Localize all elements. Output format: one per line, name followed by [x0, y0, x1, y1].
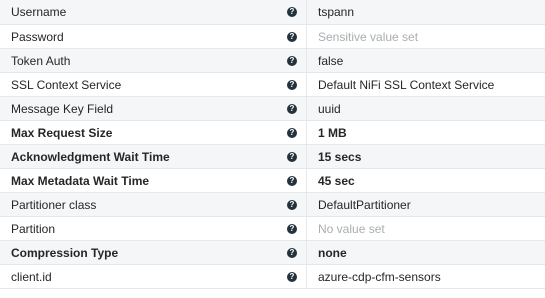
property-name: Partitioner class: [11, 197, 97, 212]
property-row-partitioner-class[interactable]: Partitioner class ? DefaultPartitioner: [0, 193, 545, 217]
question-circle-icon[interactable]: ?: [287, 7, 297, 17]
property-name: client.id: [11, 269, 52, 284]
property-name: Password: [11, 29, 64, 44]
property-name-cell: Max Request Size ?: [0, 121, 306, 144]
question-circle-icon[interactable]: ?: [287, 223, 297, 234]
question-circle-icon[interactable]: ?: [287, 151, 297, 162]
property-name-cell: SSL Context Service ?: [0, 73, 306, 96]
question-circle-icon[interactable]: ?: [287, 31, 297, 42]
question-circle-icon[interactable]: ?: [287, 55, 297, 66]
property-value[interactable]: tspann: [307, 0, 545, 24]
property-row-message-key-field[interactable]: Message Key Field ? uuid: [0, 97, 545, 121]
property-row-password[interactable]: Password ? Sensitive value set: [0, 25, 545, 49]
property-value[interactable]: uuid: [307, 97, 545, 120]
property-row-token-auth[interactable]: Token Auth ? false: [0, 49, 545, 73]
property-name: Message Key Field: [11, 101, 114, 116]
property-name: Token Auth: [11, 53, 71, 68]
property-row-max-metadata-wait-time[interactable]: Max Metadata Wait Time ? 45 sec: [0, 169, 545, 193]
property-row-max-request-size[interactable]: Max Request Size ? 1 MB: [0, 121, 545, 145]
property-name-cell: Password ?: [0, 25, 306, 48]
property-value[interactable]: Sensitive value set: [307, 25, 545, 48]
properties-table: Username ? tspann Password ? Sensitive v…: [0, 0, 545, 289]
property-name-cell: Partition ?: [0, 217, 306, 240]
property-value[interactable]: 45 sec: [307, 169, 545, 192]
property-row-compression-type[interactable]: Compression Type ? none: [0, 241, 545, 265]
property-name: Max Request Size: [11, 125, 113, 140]
property-value[interactable]: 15 secs: [307, 145, 545, 168]
property-value[interactable]: No value set: [307, 217, 545, 240]
question-circle-icon[interactable]: ?: [287, 199, 297, 210]
property-name: Username: [11, 5, 67, 19]
property-name-cell: client.id ?: [0, 265, 306, 288]
property-value[interactable]: none: [307, 241, 545, 264]
question-circle-icon[interactable]: ?: [287, 247, 297, 258]
property-name-cell: Max Metadata Wait Time ?: [0, 169, 306, 192]
property-value[interactable]: DefaultPartitioner: [307, 193, 545, 216]
property-name: Partition: [11, 221, 56, 236]
property-name: SSL Context Service: [11, 77, 122, 92]
property-name-cell: Compression Type ?: [0, 241, 306, 264]
question-circle-icon[interactable]: ?: [287, 175, 297, 186]
property-row-acknowledgment-wait-time[interactable]: Acknowledgment Wait Time ? 15 secs: [0, 145, 545, 169]
property-value[interactable]: Default NiFi SSL Context Service: [307, 73, 545, 96]
property-name-cell: Message Key Field ?: [0, 97, 306, 120]
property-row-partition[interactable]: Partition ? No value set: [0, 217, 545, 241]
question-circle-icon[interactable]: ?: [287, 103, 297, 114]
property-row-username[interactable]: Username ? tspann: [0, 0, 545, 25]
property-name-cell: Username ?: [0, 0, 306, 24]
property-name: Acknowledgment Wait Time: [11, 149, 170, 164]
property-value[interactable]: 1 MB: [307, 121, 545, 144]
property-value[interactable]: azure-cdp-cfm-sensors: [307, 265, 545, 288]
question-circle-icon[interactable]: ?: [287, 79, 297, 90]
property-name-cell: Token Auth ?: [0, 49, 306, 72]
property-name: Compression Type: [11, 245, 119, 260]
property-row-ssl-context-service[interactable]: SSL Context Service ? Default NiFi SSL C…: [0, 73, 545, 97]
property-name: Max Metadata Wait Time: [11, 173, 150, 188]
property-row-client-id[interactable]: client.id ? azure-cdp-cfm-sensors: [0, 265, 545, 289]
property-name-cell: Partitioner class ?: [0, 193, 306, 216]
property-name-cell: Acknowledgment Wait Time ?: [0, 145, 306, 168]
question-circle-icon[interactable]: ?: [287, 271, 297, 282]
property-value[interactable]: false: [307, 49, 545, 72]
question-circle-icon[interactable]: ?: [287, 127, 297, 138]
